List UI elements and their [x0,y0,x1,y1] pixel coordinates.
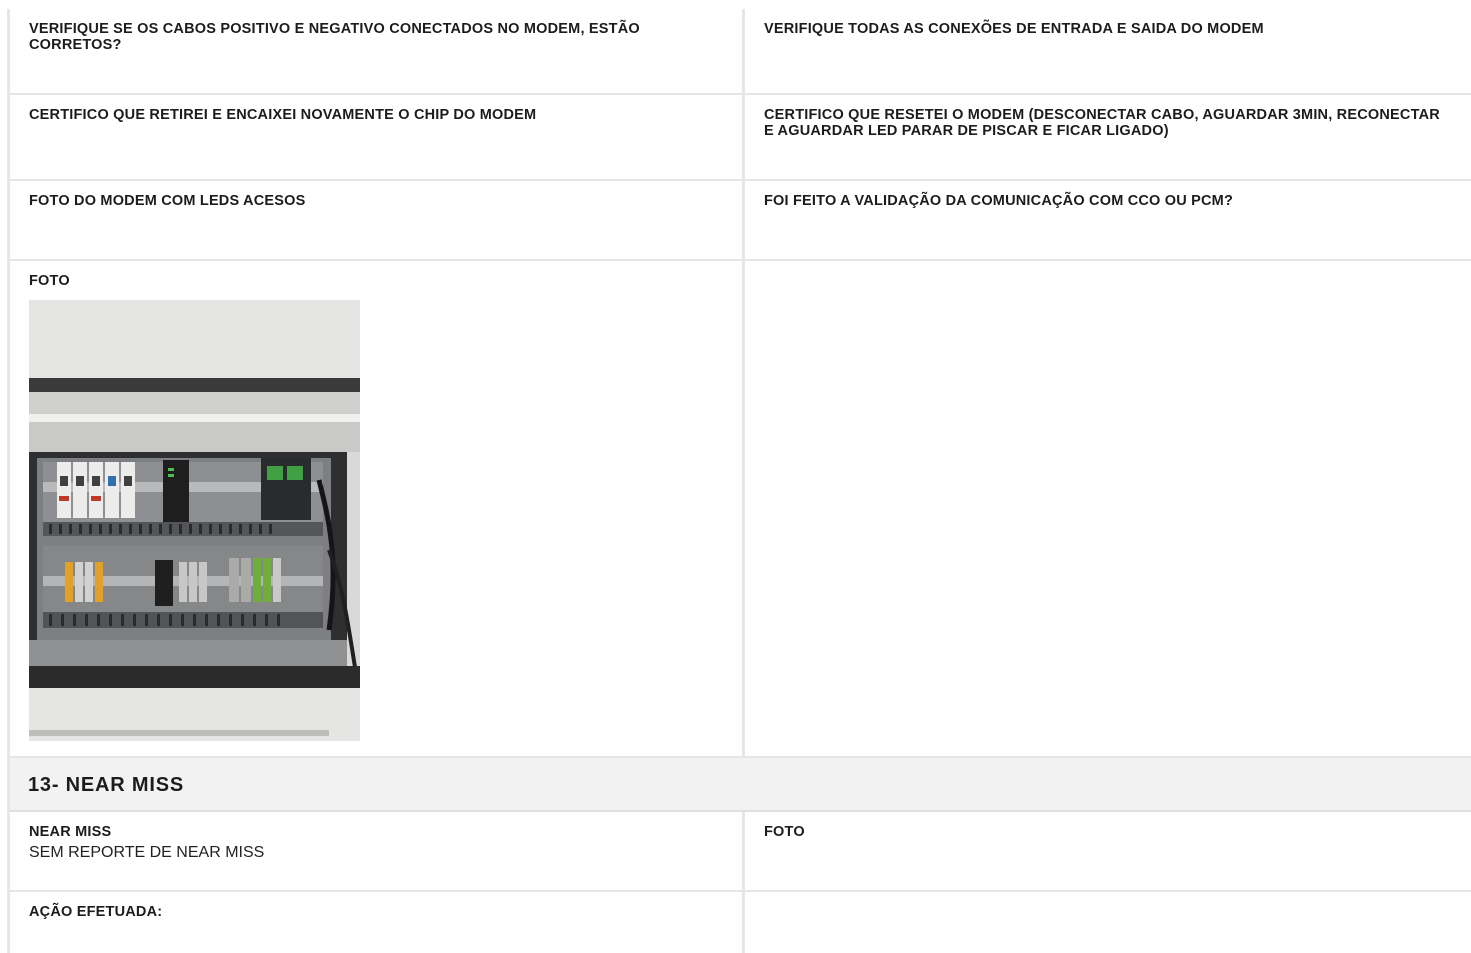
near-miss-row: AÇÃO EFETUADA: [10,892,1471,953]
checklist-cell: CERTIFICO QUE RESETEI O MODEM (DESCONECT… [745,95,1471,179]
checklist-cell [745,261,1471,756]
field-label-chip-reseat: CERTIFICO QUE RETIREI E ENCAIXEI NOVAMEN… [29,107,537,123]
checklist-cell: FOI FEITO A VALIDAÇÃO DA COMUNICAÇÃO COM… [745,181,1471,259]
field-label-communication-validation: FOI FEITO A VALIDAÇÃO DA COMUNICAÇÃO COM… [764,193,1234,209]
field-value-near-miss: SEM REPORTE DE NEAR MISS [29,844,265,861]
field-label-modem-connections: VERIFIQUE TODAS AS CONEXÕES DE ENTRADA E… [764,21,1264,37]
checklist-cell: VERIFIQUE TODAS AS CONEXÕES DE ENTRADA E… [745,9,1471,93]
checklist-cell: VERIFIQUE SE OS CABOS POSITIVO E NEGATIV… [10,9,745,93]
checklist-row: CERTIFICO QUE RETIREI E ENCAIXEI NOVAMEN… [10,95,1471,181]
field-label-near-miss: NEAR MISS [29,824,112,840]
near-miss-cell: AÇÃO EFETUADA: [10,892,745,953]
field-label-modem-reset: CERTIFICO QUE RESETEI O MODEM (DESCONECT… [764,107,1440,139]
near-miss-row: NEAR MISS SEM REPORTE DE NEAR MISS FOTO [10,812,1471,892]
checklist-cell: FOTO [10,261,745,756]
field-label-near-miss-photo: FOTO [764,824,805,840]
section-title: 13- NEAR MISS [28,774,184,796]
checklist-row: FOTO DO MODEM COM LEDS ACESOS FOI FEITO … [10,181,1471,261]
checklist-cell: CERTIFICO QUE RETIREI E ENCAIXEI NOVAMEN… [10,95,745,179]
near-miss-cell: NEAR MISS SEM REPORTE DE NEAR MISS [10,812,745,890]
checklist-report-page: VERIFIQUE SE OS CABOS POSITIVO E NEGATIV… [0,0,1471,953]
field-label-modem-leds-photo: FOTO DO MODEM COM LEDS ACESOS [29,193,306,209]
checklist-row: VERIFIQUE SE OS CABOS POSITIVO E NEGATIV… [10,9,1471,95]
near-miss-cell: FOTO [745,812,1471,890]
checklist-row: FOTO [10,261,1471,758]
section-header-near-miss: 13- NEAR MISS [10,758,1471,812]
field-label-action-taken: AÇÃO EFETUADA: [29,904,163,920]
near-miss-cell [745,892,1471,953]
electrical-panel-photo[interactable] [29,300,360,741]
field-label-photo: FOTO [29,273,70,289]
field-label-modem-cables: VERIFIQUE SE OS CABOS POSITIVO E NEGATIV… [29,21,640,53]
checklist-cell: FOTO DO MODEM COM LEDS ACESOS [10,181,745,259]
